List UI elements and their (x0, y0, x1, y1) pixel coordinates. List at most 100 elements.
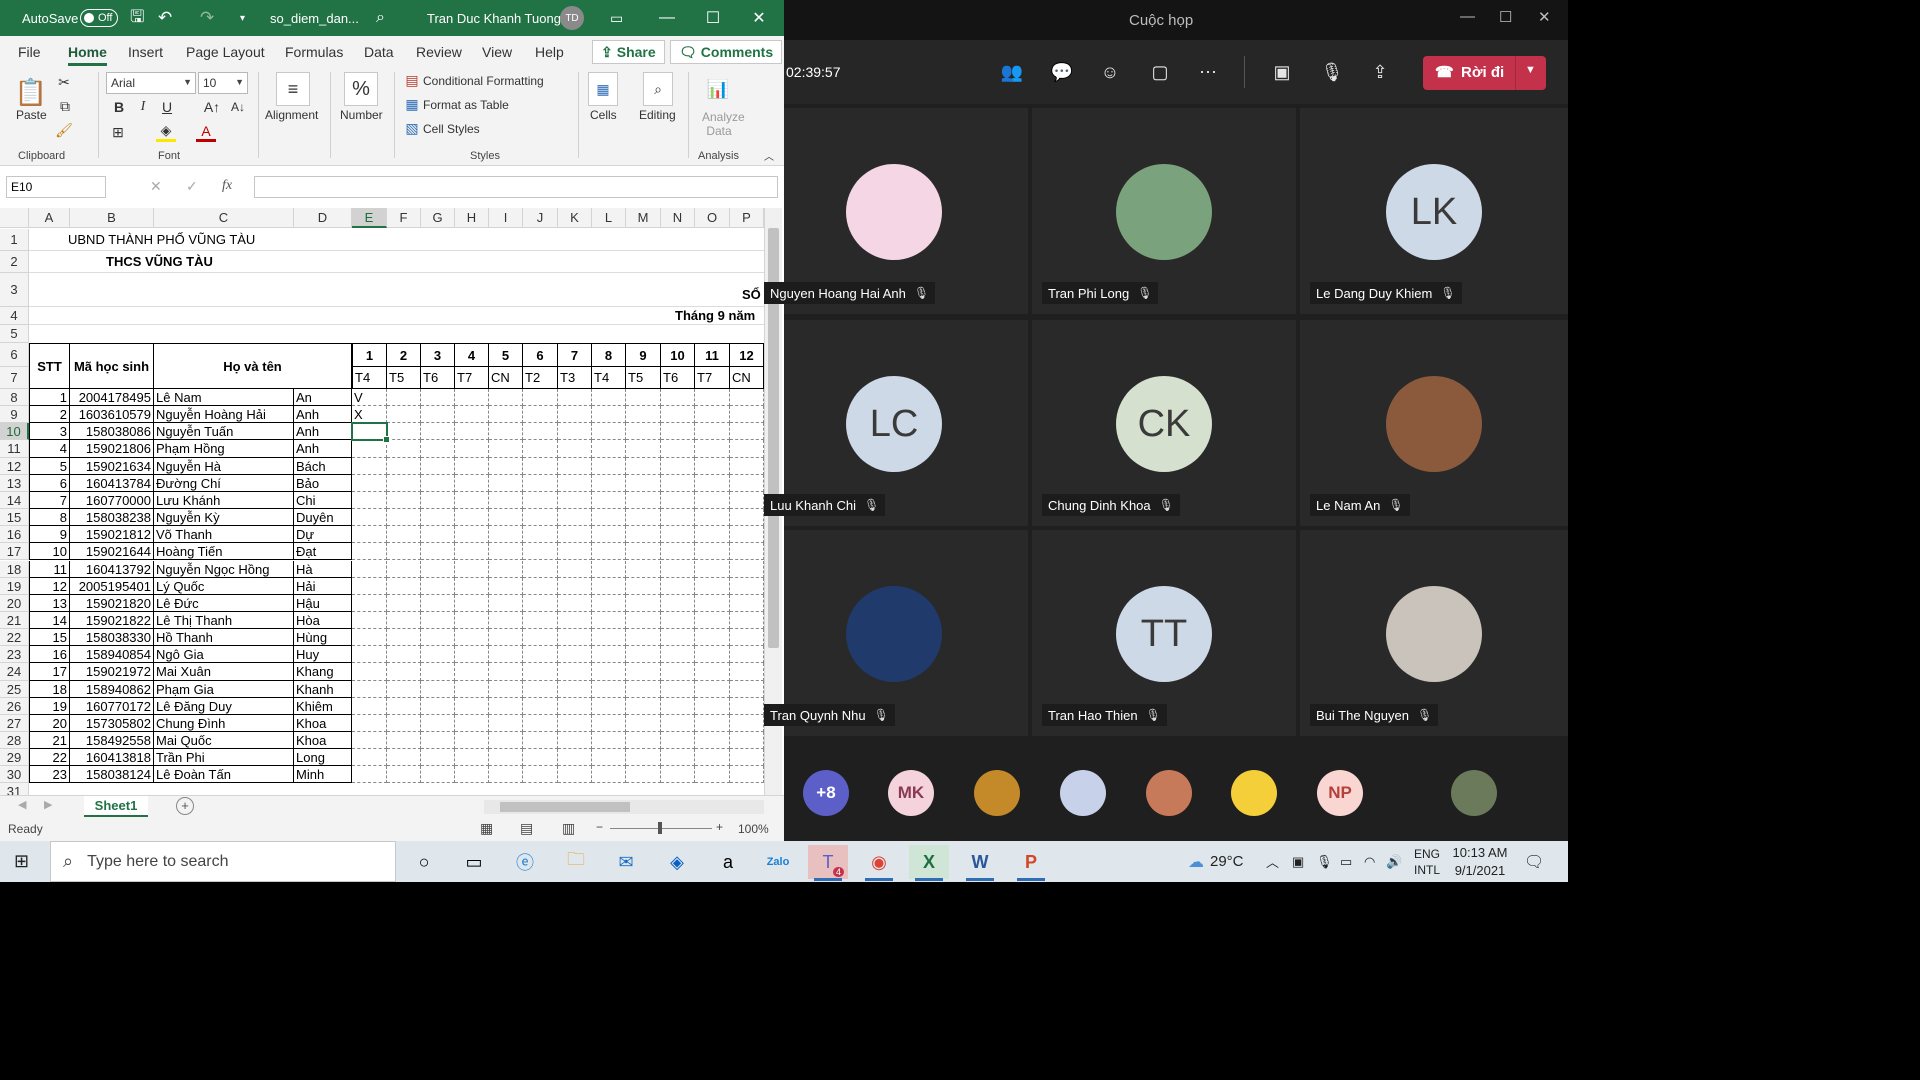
attendance-cell[interactable] (387, 560, 421, 578)
row-header-23[interactable]: 23 (0, 646, 29, 664)
borders-icon[interactable]: ⊞ (108, 122, 128, 142)
attendance-cell[interactable] (387, 577, 421, 595)
windows-start-icon[interactable]: ⊞ (14, 851, 29, 872)
attendance-cell[interactable] (421, 732, 455, 750)
row-header-19[interactable]: 19 (0, 577, 29, 595)
attendance-cell[interactable] (455, 646, 489, 664)
attendance-cell[interactable] (695, 560, 730, 578)
attendance-cell[interactable] (661, 474, 695, 492)
cell-styles-button[interactable]: Cell Styles (423, 122, 480, 136)
attendance-cell[interactable] (592, 680, 626, 698)
horizontal-scrollbar[interactable] (484, 800, 764, 814)
attendance-cell[interactable] (558, 406, 592, 424)
reactions-icon[interactable]: ☺ (1096, 60, 1124, 84)
tab-insert[interactable]: Insert (128, 44, 163, 60)
alignment-button[interactable]: Alignment (265, 108, 318, 122)
attendance-cell[interactable] (455, 491, 489, 510)
attendance-cell[interactable] (421, 646, 455, 664)
attendance-cell[interactable] (421, 509, 455, 527)
attendance-cell[interactable] (455, 406, 489, 424)
attendance-cell[interactable] (730, 423, 764, 441)
attendance-cell[interactable] (387, 543, 421, 561)
row-header-25[interactable]: 25 (0, 680, 29, 698)
attendance-cell[interactable] (661, 732, 695, 750)
attendance-cell[interactable] (489, 526, 523, 544)
attendance-cell[interactable] (661, 577, 695, 595)
column-header-h[interactable]: H (455, 208, 489, 228)
attendance-cell[interactable] (352, 457, 387, 475)
attendance-cell[interactable] (592, 457, 626, 475)
attendance-cell[interactable] (352, 491, 387, 510)
attendance-cell[interactable] (695, 526, 730, 544)
attendance-cell[interactable] (661, 646, 695, 664)
attendance-cell[interactable] (523, 406, 558, 424)
battery-icon[interactable]: ▭ (1340, 841, 1352, 882)
row-header-24[interactable]: 24 (0, 663, 29, 681)
worksheet-grid[interactable]: A B C D E F G H I J K L M N O P 1 2 3 4 5 6 7 8 9 10 11 12 13 14 15 16 1… (0, 208, 784, 795)
share-screen-icon[interactable]: ⇪ (1366, 60, 1394, 84)
attendance-cell[interactable] (387, 663, 421, 681)
attendance-cell[interactable] (489, 732, 523, 750)
attendance-cell[interactable] (489, 577, 523, 595)
attendance-cell[interactable] (352, 629, 387, 647)
attendance-cell[interactable] (352, 440, 387, 458)
participant-avatar[interactable] (1451, 770, 1497, 816)
maximize-icon[interactable]: ☐ (1499, 8, 1512, 26)
attendance-cell[interactable] (730, 663, 764, 681)
attendance-cell[interactable] (387, 594, 421, 612)
collapse-ribbon-icon[interactable]: ︿ (762, 148, 776, 163)
attendance-cell[interactable] (489, 389, 523, 407)
tab-help[interactable]: Help (535, 44, 564, 60)
attendance-cell[interactable] (626, 714, 661, 732)
attendance-cell[interactable] (730, 732, 764, 750)
attendance-cell[interactable] (421, 697, 455, 715)
rooms-icon[interactable]: ▢ (1146, 60, 1174, 84)
attendance-cell[interactable] (626, 646, 661, 664)
attendance-cell[interactable] (455, 474, 489, 492)
attendance-cell[interactable] (695, 457, 730, 475)
italic-button[interactable]: I (134, 98, 152, 116)
attendance-cell[interactable] (661, 594, 695, 612)
row-header-10[interactable]: 10 (0, 423, 29, 441)
attendance-cell[interactable] (730, 543, 764, 561)
attendance-cell[interactable] (661, 714, 695, 732)
attendance-cell[interactable] (695, 594, 730, 612)
attendance-cell[interactable] (592, 543, 626, 561)
attendance-cell[interactable]: V (352, 389, 387, 407)
column-header-f[interactable]: F (387, 208, 421, 228)
number-button[interactable]: Number (340, 108, 383, 122)
participant-avatar[interactable]: NP (1317, 770, 1363, 816)
row-header-8[interactable]: 8 (0, 389, 29, 407)
column-header-c[interactable]: C (154, 208, 294, 228)
attendance-cell[interactable] (489, 543, 523, 561)
attendance-cell[interactable] (352, 646, 387, 664)
attendance-cell[interactable] (352, 663, 387, 681)
attendance-cell[interactable] (455, 697, 489, 715)
amazon-icon[interactable]: a (708, 845, 748, 879)
attendance-cell[interactable] (489, 611, 523, 630)
attendance-cell[interactable] (558, 474, 592, 492)
attendance-cell[interactable] (695, 491, 730, 510)
attendance-cell[interactable] (523, 611, 558, 630)
insert-function-button[interactable]: fx (222, 178, 232, 194)
attendance-cell[interactable] (352, 577, 387, 595)
attendance-cell[interactable] (523, 526, 558, 544)
attendance-cell[interactable] (626, 680, 661, 698)
attendance-cell[interactable] (523, 423, 558, 441)
attendance-cell[interactable] (489, 766, 523, 784)
attendance-cell[interactable] (387, 732, 421, 750)
font-name-select[interactable]: Arial ▼ (106, 72, 196, 94)
column-header-i[interactable]: I (489, 208, 523, 228)
row-header-21[interactable]: 21 (0, 611, 29, 630)
tab-file[interactable]: File (18, 44, 41, 60)
column-header-n[interactable]: N (661, 208, 695, 228)
comments-button[interactable]: 🗨 Comments (670, 40, 783, 64)
attendance-cell[interactable] (695, 406, 730, 424)
attendance-cell[interactable] (523, 697, 558, 715)
attendance-cell[interactable] (730, 749, 764, 767)
attendance-cell[interactable] (455, 749, 489, 767)
attendance-cell[interactable] (592, 526, 626, 544)
attendance-cell[interactable] (661, 766, 695, 784)
attendance-cell[interactable] (626, 406, 661, 424)
attendance-cell[interactable] (387, 697, 421, 715)
